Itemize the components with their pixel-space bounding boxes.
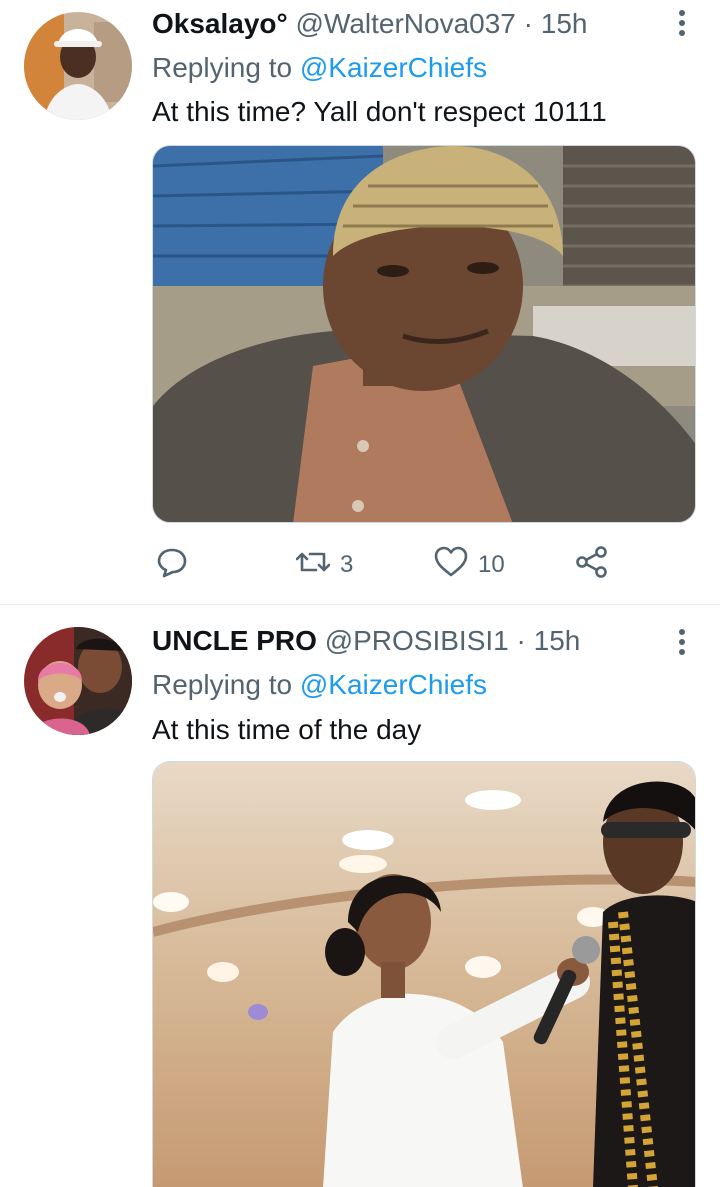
user-handle[interactable]: @PROSIBISI1 [325,625,509,656]
like-button[interactable]: 10 [434,545,505,585]
tweet-actions: 3 10 [152,545,632,585]
retweet-count: 3 [340,551,354,578]
more-options-icon[interactable] [672,8,692,38]
tweet[interactable]: Oksalayo° @WalterNova037 · 15h Replying … [0,0,720,605]
timestamp[interactable]: 15h [541,8,588,39]
tweet-text: At this time of the day [152,714,422,745]
timestamp[interactable]: 15h [534,625,581,656]
share-button[interactable] [576,545,608,585]
like-count: 10 [478,551,505,578]
tweet[interactable]: UNCLE PRO @PROSIBISI1 · 15h Replying to … [0,605,720,1187]
retweet-icon [295,546,331,585]
reply-button[interactable] [156,545,188,585]
reply-icon [156,546,188,585]
tweet-text: At this time? Yall don't respect 10111 [152,96,607,127]
replying-to: Replying to @KaizerChiefs [152,48,487,88]
user-handle[interactable]: @WalterNova037 [296,8,516,39]
retweet-button[interactable]: 3 [295,545,354,585]
replying-prefix: Replying to [152,669,293,700]
separator-dot: · [523,8,533,39]
replying-to: Replying to @KaizerChiefs [152,665,487,705]
tweet-photo[interactable] [152,145,696,523]
separator-dot: · [516,625,526,656]
heart-icon [434,546,468,585]
more-options-icon[interactable] [672,627,692,657]
mention-link[interactable]: @KaizerChiefs [300,669,487,700]
replying-prefix: Replying to [152,52,293,83]
display-name[interactable]: Oksalayo° [152,8,288,39]
mention-link[interactable]: @KaizerChiefs [300,52,487,83]
display-name[interactable]: UNCLE PRO [152,625,317,656]
avatar[interactable] [24,627,132,735]
share-icon [576,545,608,585]
tweet-photo[interactable] [152,761,696,1187]
avatar[interactable] [24,12,132,120]
